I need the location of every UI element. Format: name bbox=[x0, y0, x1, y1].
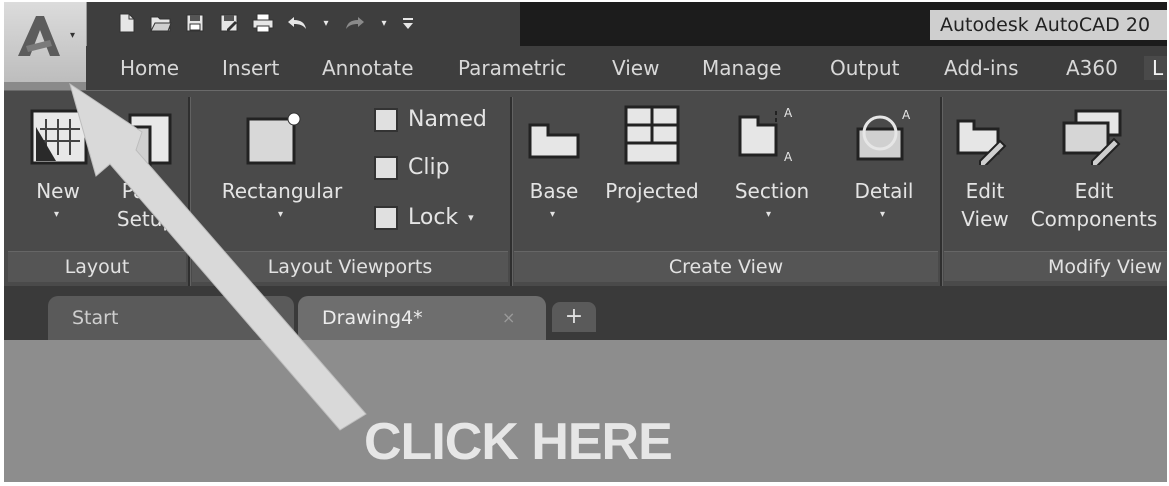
base-view-icon bbox=[528, 123, 580, 159]
tab-output[interactable]: Output bbox=[830, 56, 899, 80]
customize-icon[interactable] bbox=[402, 12, 414, 34]
tab-layout[interactable]: L bbox=[1144, 56, 1167, 80]
chevron-down-icon[interactable]: ▾ bbox=[550, 209, 555, 220]
redo-dropdown-icon[interactable]: ▾ bbox=[378, 12, 390, 34]
create-view-panel-title: Create View bbox=[514, 251, 938, 282]
quick-access-icons: ▾ ▾ bbox=[116, 8, 414, 38]
edit-view-icon bbox=[956, 119, 1007, 165]
tab-add-ins[interactable]: Add-ins bbox=[944, 56, 1019, 80]
modify-view-panel-title: Modify View bbox=[944, 251, 1167, 281]
page-setup-icon bbox=[118, 113, 172, 169]
tab-home[interactable]: Home bbox=[120, 56, 179, 80]
detail-view-button[interactable]: Detail bbox=[842, 177, 926, 205]
svg-text:A: A bbox=[784, 106, 793, 120]
chevron-down-icon[interactable]: ▾ bbox=[54, 209, 59, 220]
ribbon: New ▾ Page Setup Layout Rectangular ▾ Na… bbox=[4, 90, 1167, 287]
lock-label: Lock bbox=[408, 205, 459, 230]
title-bar: Autodesk AutoCAD 20 bbox=[520, 2, 1167, 46]
tab-manage[interactable]: Manage bbox=[702, 56, 781, 80]
ribbon-tab-bar: Home Insert Annotate Parametric View Man… bbox=[86, 46, 1167, 90]
undo-icon[interactable] bbox=[286, 12, 308, 34]
edit-view-label-1[interactable]: Edit bbox=[950, 177, 1020, 205]
undo-dropdown-icon[interactable]: ▾ bbox=[320, 12, 332, 34]
chevron-down-icon: ▾ bbox=[468, 211, 474, 224]
page-setup-label-1[interactable]: Page bbox=[110, 177, 182, 205]
edit-components-icon bbox=[1062, 109, 1122, 165]
chevron-down-icon[interactable]: ▾ bbox=[278, 209, 283, 220]
clip-label: Clip bbox=[408, 155, 450, 180]
edit-components-button[interactable]: Components bbox=[1024, 205, 1164, 233]
save-as-icon[interactable] bbox=[218, 12, 240, 34]
layout-panel-title: Layout bbox=[8, 251, 186, 282]
tab-drawing4[interactable]: Drawing4* × bbox=[298, 296, 546, 340]
chevron-down-icon: ▾ bbox=[70, 30, 76, 41]
rectangular-viewport-icon bbox=[246, 112, 301, 165]
plus-icon: + bbox=[564, 304, 584, 329]
click-here-callout: CLICK HERE bbox=[364, 413, 673, 471]
clip-icon bbox=[374, 155, 398, 180]
named-viewport-button[interactable]: Named bbox=[374, 107, 487, 132]
named-label: Named bbox=[408, 107, 487, 132]
tab-view[interactable]: View bbox=[612, 56, 659, 80]
projected-view-icon bbox=[624, 105, 680, 165]
section-view-icon: A A bbox=[738, 106, 793, 164]
tab-start[interactable]: Start bbox=[48, 296, 294, 340]
page-setup-button[interactable]: Setup bbox=[110, 205, 182, 233]
lock-viewport-button[interactable]: Lock ▾ bbox=[374, 205, 474, 230]
named-viewports-icon bbox=[374, 107, 398, 132]
document-tab-bar: Start Drawing4* × + bbox=[4, 286, 1167, 340]
svg-text:A: A bbox=[902, 108, 911, 122]
redo-icon[interactable] bbox=[344, 12, 366, 34]
layout-viewports-panel-title: Layout Viewports bbox=[192, 251, 508, 282]
close-icon[interactable]: × bbox=[502, 296, 515, 340]
tab-insert[interactable]: Insert bbox=[222, 56, 279, 80]
drawing4-tab-label: Drawing4* bbox=[322, 307, 423, 329]
panel-divider bbox=[188, 97, 191, 287]
edit-view-button[interactable]: View bbox=[950, 205, 1020, 233]
panel-divider bbox=[940, 97, 943, 287]
rectangular-viewport-button[interactable]: Rectangular bbox=[212, 177, 352, 205]
tab-annotate[interactable]: Annotate bbox=[322, 56, 414, 80]
autocad-a-logo-icon bbox=[18, 16, 60, 56]
tab-a360[interactable]: A360 bbox=[1066, 56, 1118, 80]
projected-view-button[interactable]: Projected bbox=[598, 177, 706, 205]
new-layout-button[interactable]: New bbox=[28, 177, 88, 205]
open-icon[interactable] bbox=[150, 12, 172, 34]
new-layout-icon bbox=[30, 109, 88, 165]
detail-view-icon: A bbox=[856, 108, 911, 161]
clip-viewport-button[interactable]: Clip bbox=[374, 155, 450, 180]
new-icon[interactable] bbox=[116, 12, 138, 34]
panel-divider bbox=[510, 97, 513, 287]
window-title: Autodesk AutoCAD 20 bbox=[930, 10, 1167, 40]
autocad-window: ▾ ▾ Autodesk AutoCAD 20 ▾ Home Insert An… bbox=[4, 2, 1167, 482]
section-view-button[interactable]: Section bbox=[724, 177, 820, 205]
chevron-down-icon[interactable]: ▾ bbox=[766, 209, 771, 220]
application-menu-button[interactable]: ▾ bbox=[4, 2, 87, 82]
tab-parametric[interactable]: Parametric bbox=[458, 56, 566, 80]
save-icon[interactable] bbox=[184, 12, 206, 34]
plot-icon[interactable] bbox=[252, 12, 274, 34]
edit-components-label-1[interactable]: Edit bbox=[1034, 177, 1154, 205]
start-tab-label: Start bbox=[72, 307, 119, 329]
base-view-button[interactable]: Base bbox=[520, 177, 588, 205]
svg-text:A: A bbox=[784, 150, 793, 164]
chevron-down-icon[interactable]: ▾ bbox=[880, 209, 885, 220]
new-drawing-tab-button[interactable]: + bbox=[552, 302, 596, 332]
lock-icon bbox=[374, 205, 398, 230]
